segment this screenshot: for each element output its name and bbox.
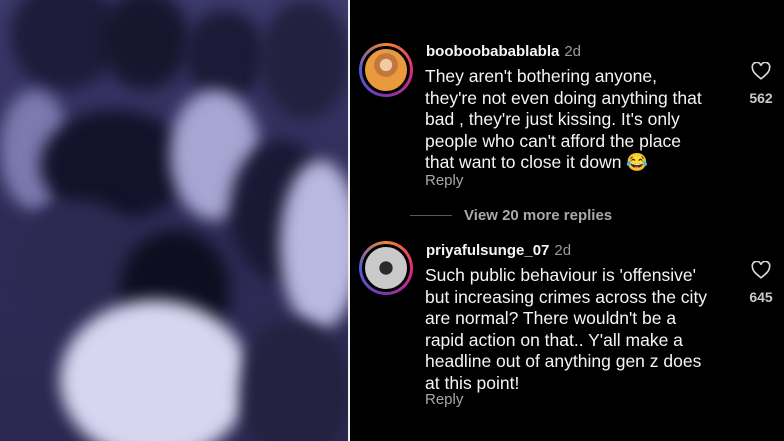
comment-time: 2d xyxy=(564,43,582,60)
avatar[interactable] xyxy=(359,43,413,97)
comment-line: people who can't afford the place xyxy=(425,130,681,151)
comment-line: at this point! xyxy=(425,372,520,393)
video-figure xyxy=(280,160,348,330)
comment-line: Such public behaviour is 'offensive' xyxy=(425,265,696,285)
avatar[interactable] xyxy=(359,241,413,295)
view-more-replies[interactable]: View 20 more replies xyxy=(410,204,612,226)
comment-line: they're not even doing anything that xyxy=(425,87,702,108)
avatar-image xyxy=(362,244,410,292)
video-figure xyxy=(260,0,348,120)
reply-button[interactable]: Reply xyxy=(425,391,463,408)
reply-button[interactable]: Reply xyxy=(425,172,463,189)
comment-line: are normal? There wouldn't be a xyxy=(425,308,677,328)
comment-line: headline out of anything gen z does xyxy=(425,351,702,371)
heart-icon[interactable] xyxy=(751,261,771,279)
avatar-image xyxy=(362,46,410,94)
video-figure xyxy=(185,10,265,100)
comment-line: but increasing crimes across the city xyxy=(425,286,708,307)
comment-username[interactable]: booboobabablabla 2d xyxy=(426,43,581,60)
heart-icon[interactable] xyxy=(751,62,771,80)
video-figure xyxy=(100,0,190,90)
comment-line: that want to close it down 😂 xyxy=(425,152,649,172)
replies-divider-line xyxy=(410,214,452,216)
like-count: 562 xyxy=(749,90,773,106)
comment-body: They aren't bothering anyone, they're no… xyxy=(425,66,725,174)
like-count: 645 xyxy=(749,289,773,305)
comment-time: 2d xyxy=(554,242,572,259)
comment-body: Such public behaviour is 'offensive' but… xyxy=(425,265,725,394)
like-button[interactable]: 645 xyxy=(746,261,776,305)
username-text[interactable]: priyafulsunge_07 xyxy=(426,242,549,259)
username-text[interactable]: booboobabablabla xyxy=(426,43,559,60)
comment-line: rapid action on that.. Y'all make a xyxy=(425,329,683,350)
comments-panel: booboobabablabla 2d They aren't bothering… xyxy=(350,0,784,441)
comment-line: They aren't bothering anyone, xyxy=(425,66,657,86)
video-frame xyxy=(0,0,348,441)
like-button[interactable]: 562 xyxy=(746,62,776,106)
comment-line: bad , they're just kissing. It's only xyxy=(425,109,680,129)
video-figure xyxy=(240,320,348,441)
view-more-replies-label[interactable]: View 20 more replies xyxy=(464,207,612,224)
comment-username[interactable]: priyafulsunge_07 2d xyxy=(426,242,571,259)
